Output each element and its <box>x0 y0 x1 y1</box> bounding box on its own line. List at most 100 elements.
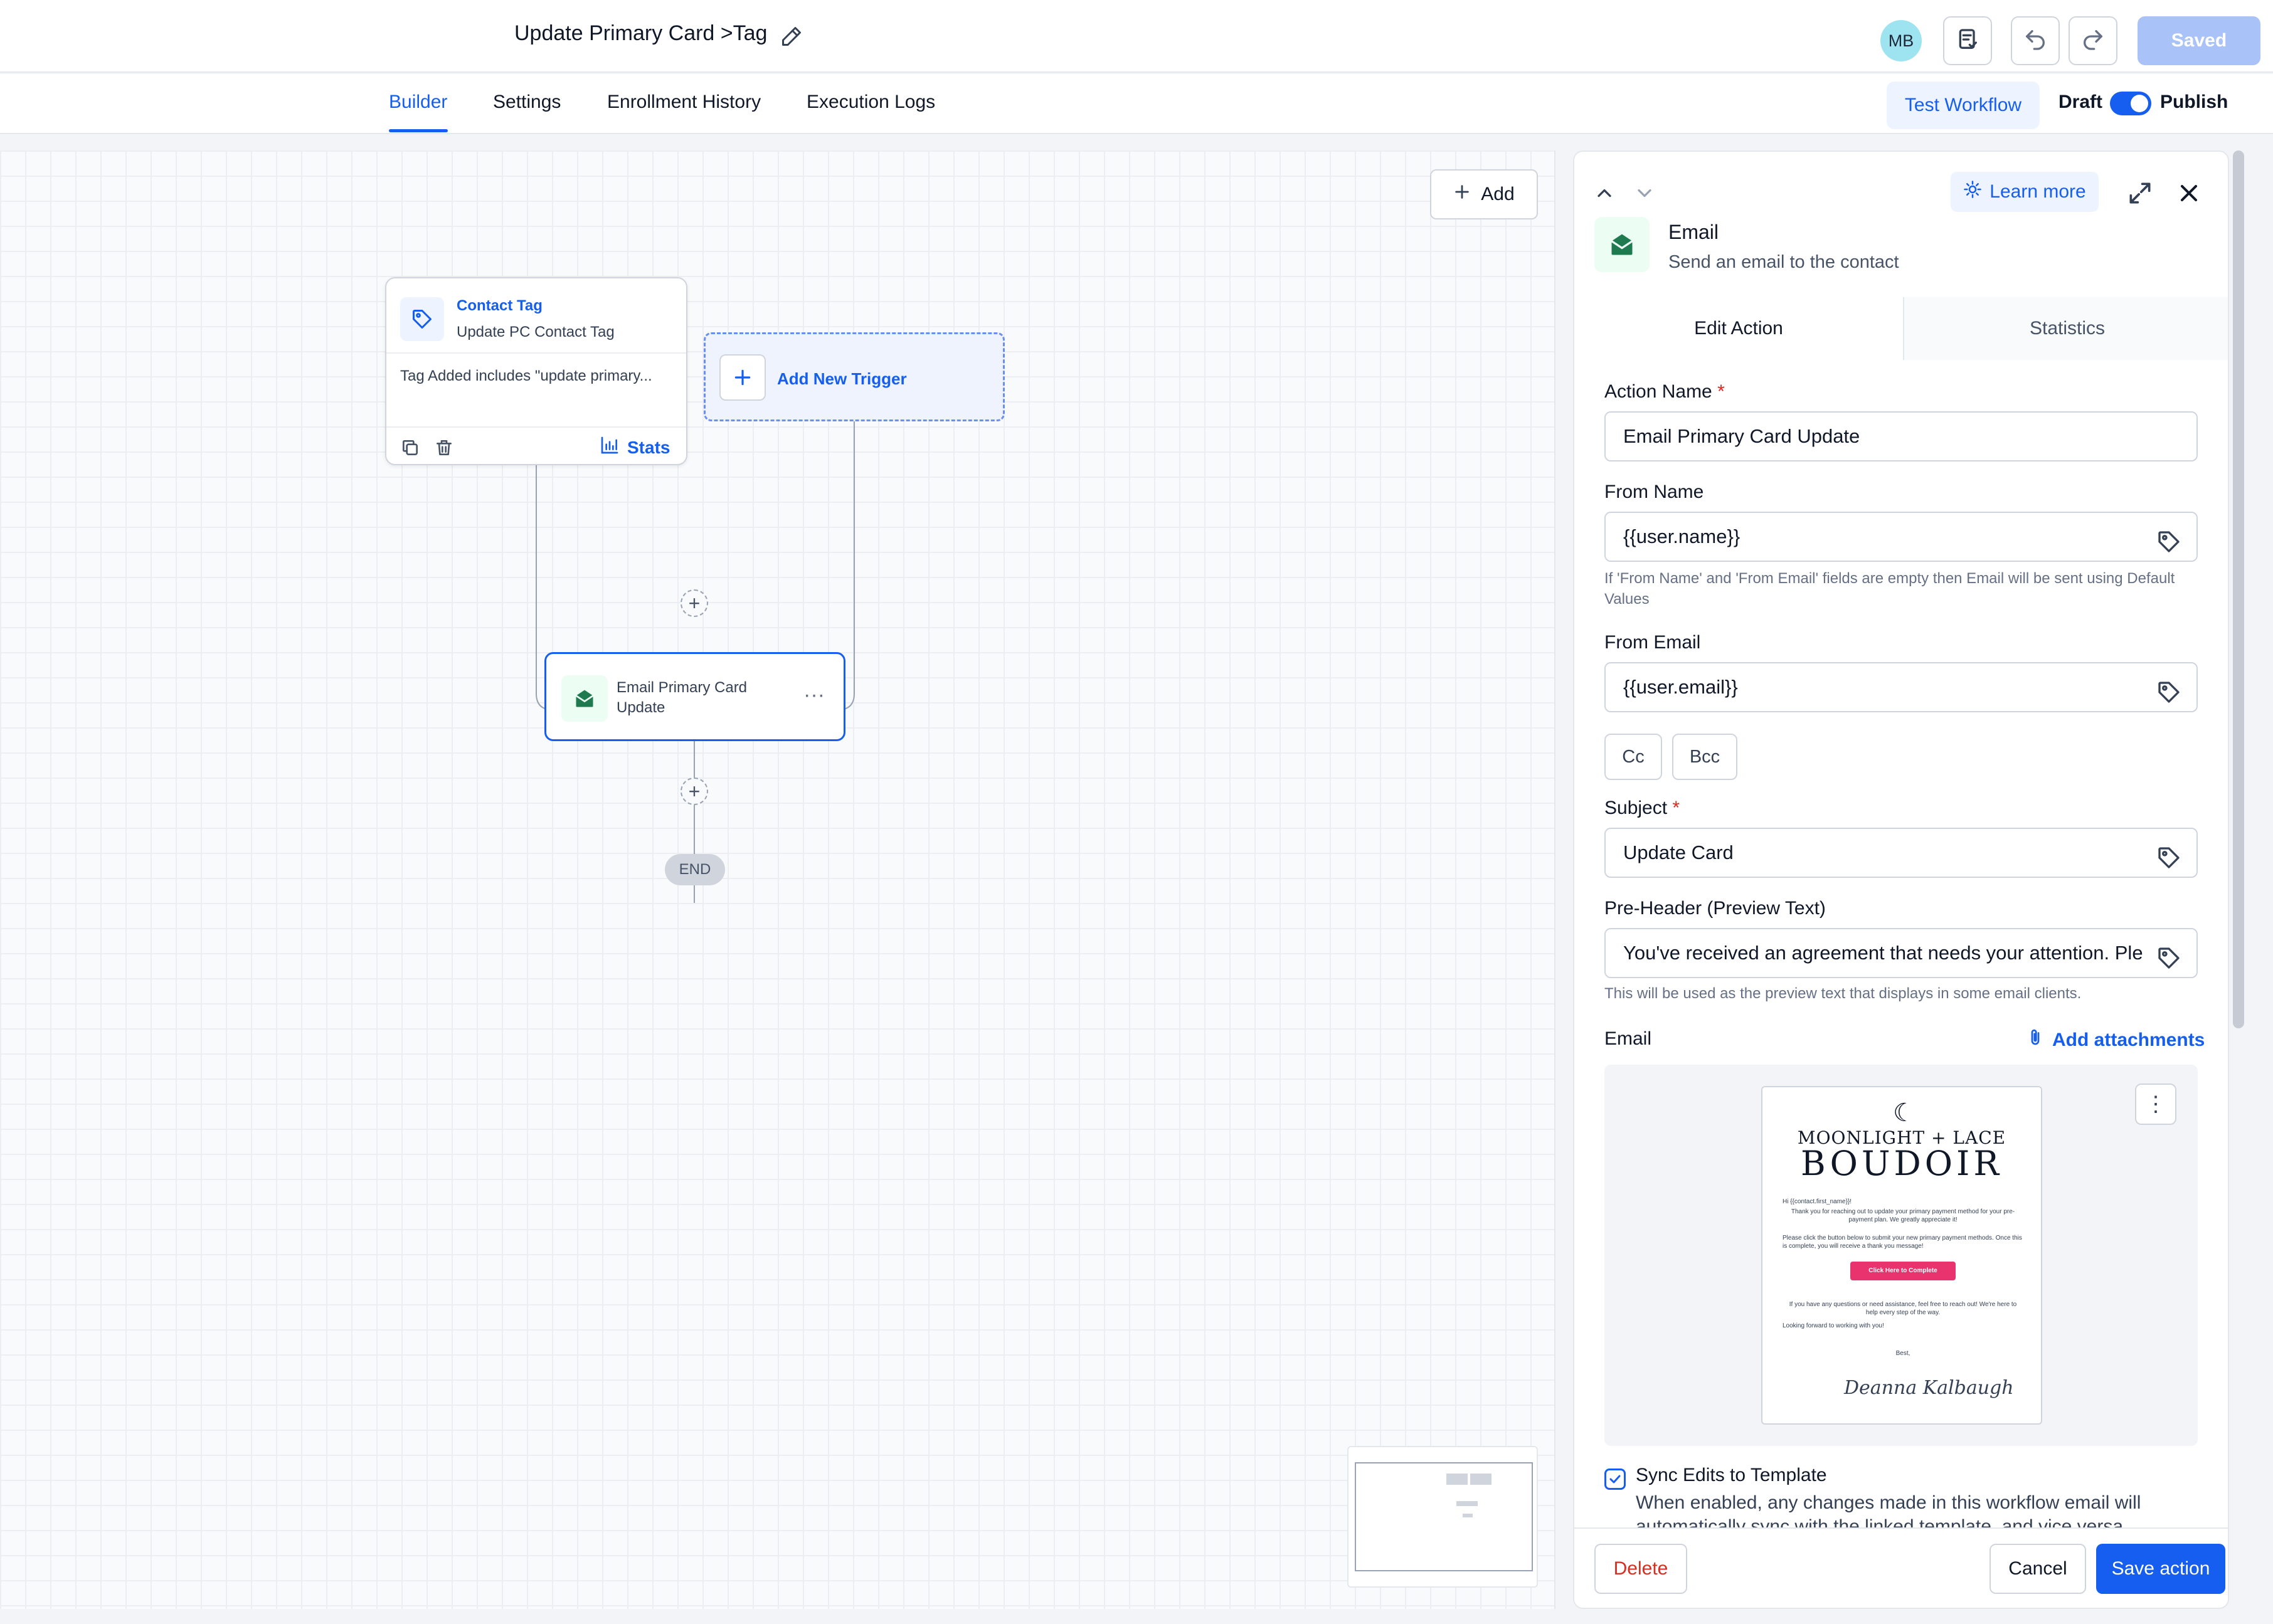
subject-label-text: Subject <box>1604 798 1668 818</box>
delete-button[interactable]: Delete <box>1594 1544 1687 1594</box>
preheader-hint: This will be used as the preview text th… <box>1604 985 2082 1002</box>
avatar[interactable]: MB <box>1880 20 1922 61</box>
minimap-node <box>1456 1501 1478 1506</box>
required-marker: * <box>1672 798 1680 818</box>
add-new-trigger[interactable]: Add New Trigger <box>704 332 1005 421</box>
email-label: Email <box>1604 1028 1652 1049</box>
test-workflow-button[interactable]: Test Workflow <box>1887 82 2040 129</box>
panel-footer: Delete Cancel Save action <box>1574 1527 2228 1608</box>
tab-enrollment-history[interactable]: Enrollment History <box>607 92 761 113</box>
subject-label: Subject * <box>1604 798 1680 819</box>
brand-line-2: BOUDOIR <box>1800 1144 2003 1183</box>
learn-more-button[interactable]: Learn more <box>1951 172 2099 212</box>
from-email-input[interactable]: {{user.email}} <box>1604 662 2198 712</box>
chevron-down-icon[interactable] <box>1633 182 1656 204</box>
active-tab-indicator <box>389 129 448 132</box>
email-paragraph: Thank you for reaching out to update you… <box>1791 1208 2015 1223</box>
more-options-icon[interactable]: ⋮ <box>2135 1084 2176 1125</box>
trash-icon[interactable] <box>434 438 454 458</box>
publish-label: Publish <box>2160 92 2228 112</box>
email-signature: Deanna Kalbaugh <box>1844 1377 2014 1399</box>
add-attachments-link[interactable]: Add attachments <box>2026 1028 2205 1052</box>
tab-settings[interactable]: Settings <box>493 92 561 113</box>
top-bar: Update Primary Card >Tag MB Saved <box>0 0 2273 73</box>
panel-tabs: Edit Action Statistics <box>1574 297 2228 360</box>
end-node: END <box>665 854 725 885</box>
from-name-input[interactable]: {{user.name}} <box>1604 512 2198 562</box>
scrollbar[interactable] <box>2233 150 2244 1028</box>
action-name-input[interactable]: Email Primary Card Update <box>1604 411 2198 461</box>
tag-icon[interactable] <box>2156 941 2181 969</box>
action-name-label-text: Action Name <box>1604 381 1712 402</box>
tab-execution-logs[interactable]: Execution Logs <box>807 92 935 113</box>
bar-chart-icon <box>600 435 620 460</box>
cc-button[interactable]: Cc <box>1604 734 1662 780</box>
redo-button[interactable] <box>2069 16 2117 65</box>
bcc-button[interactable]: Bcc <box>1672 734 1737 780</box>
from-name-label: From Name <box>1604 482 1704 502</box>
minimap-viewport[interactable] <box>1355 1462 1533 1571</box>
email-preview[interactable]: ☾ MOONLIGHT + LACE BOUDOIR Hi {{contact.… <box>1761 1086 2042 1425</box>
email-paragraph: If you have any questions or need assist… <box>1789 1301 2017 1316</box>
draft-label: Draft <box>2058 92 2103 112</box>
divider <box>386 426 686 428</box>
panel-title: Email <box>1668 221 1719 243</box>
saved-button[interactable]: Saved <box>2138 16 2260 65</box>
tag-icon <box>400 297 444 341</box>
minimap-node <box>1463 1514 1473 1517</box>
tag-icon[interactable] <box>2156 675 2181 703</box>
workflow-canvas[interactable]: Add Contact Tag Update PC Contact Tag Ta… <box>0 150 1555 1609</box>
tab-bar: Builder Settings Enrollment History Exec… <box>0 74 2273 134</box>
from-email-value: {{user.email}} <box>1623 676 1738 698</box>
pencil-icon[interactable] <box>780 25 803 48</box>
add-step-button[interactable]: + <box>681 589 708 617</box>
preheader-input[interactable]: You've received an agreement that needs … <box>1604 928 2198 978</box>
minimap[interactable] <box>1347 1446 1538 1588</box>
preheader-label: Pre-Header (Preview Text) <box>1604 898 1826 919</box>
trigger-subtitle: Update PC Contact Tag <box>457 324 615 340</box>
minimap-node <box>1446 1474 1468 1485</box>
stats-label: Stats <box>627 437 670 457</box>
panel-subtitle: Send an email to the contact <box>1668 252 1899 272</box>
required-marker: * <box>1717 381 1725 402</box>
subject-value: Update Card <box>1623 841 1734 863</box>
divider <box>386 352 686 354</box>
from-email-label: From Email <box>1604 632 1701 653</box>
save-action-button[interactable]: Save action <box>2096 1544 2225 1594</box>
email-signoff: Best, <box>1895 1350 1910 1357</box>
close-icon[interactable] <box>2175 179 2203 207</box>
tag-icon[interactable] <box>2156 524 2181 552</box>
action-card-label: Email Primary Card Update <box>617 679 748 716</box>
subject-input[interactable]: Update Card <box>1604 828 2198 878</box>
preheader-value: You've received an agreement that needs … <box>1623 942 2143 964</box>
copy-icon[interactable] <box>400 438 420 458</box>
sync-checkbox[interactable] <box>1604 1468 1626 1490</box>
tab-statistics[interactable]: Statistics <box>1903 297 2228 360</box>
plus-icon <box>719 354 766 401</box>
chevron-up-icon[interactable] <box>1593 182 1616 204</box>
more-options-icon[interactable]: ··· <box>803 683 825 707</box>
email-preview-area[interactable]: ☾ MOONLIGHT + LACE BOUDOIR Hi {{contact.… <box>1604 1065 2198 1446</box>
stats-link[interactable]: Stats <box>600 435 670 460</box>
email-cta-button: Click Here to Complete <box>1850 1262 1956 1280</box>
notes-button[interactable] <box>1943 16 1992 65</box>
publish-toggle[interactable] <box>2110 92 2151 115</box>
tag-icon[interactable] <box>2156 840 2181 868</box>
check-icon <box>1609 1475 1621 1484</box>
add-step-button[interactable]: + <box>681 778 708 805</box>
action-panel: Learn more Email Send an email to the co… <box>1573 150 2229 1609</box>
trigger-card[interactable]: Contact Tag Update PC Contact Tag Tag Ad… <box>385 277 687 465</box>
cancel-button[interactable]: Cancel <box>1990 1544 2086 1594</box>
paperclip-icon <box>2026 1028 2045 1052</box>
undo-icon <box>2023 27 2048 55</box>
action-card-email[interactable]: Email Primary Card Update ··· <box>544 652 845 741</box>
trigger-title: Contact Tag <box>457 297 543 314</box>
minimap-node <box>1470 1474 1491 1485</box>
email-paragraph: Please click the button below to submit … <box>1783 1235 2022 1250</box>
tab-edit-action[interactable]: Edit Action <box>1574 297 1903 360</box>
undo-button[interactable] <box>2011 16 2060 65</box>
lightbulb-icon <box>1963 180 1982 204</box>
tab-builder[interactable]: Builder <box>389 92 447 113</box>
sync-title: Sync Edits to Template <box>1636 1465 1827 1485</box>
expand-icon[interactable] <box>2126 179 2154 207</box>
